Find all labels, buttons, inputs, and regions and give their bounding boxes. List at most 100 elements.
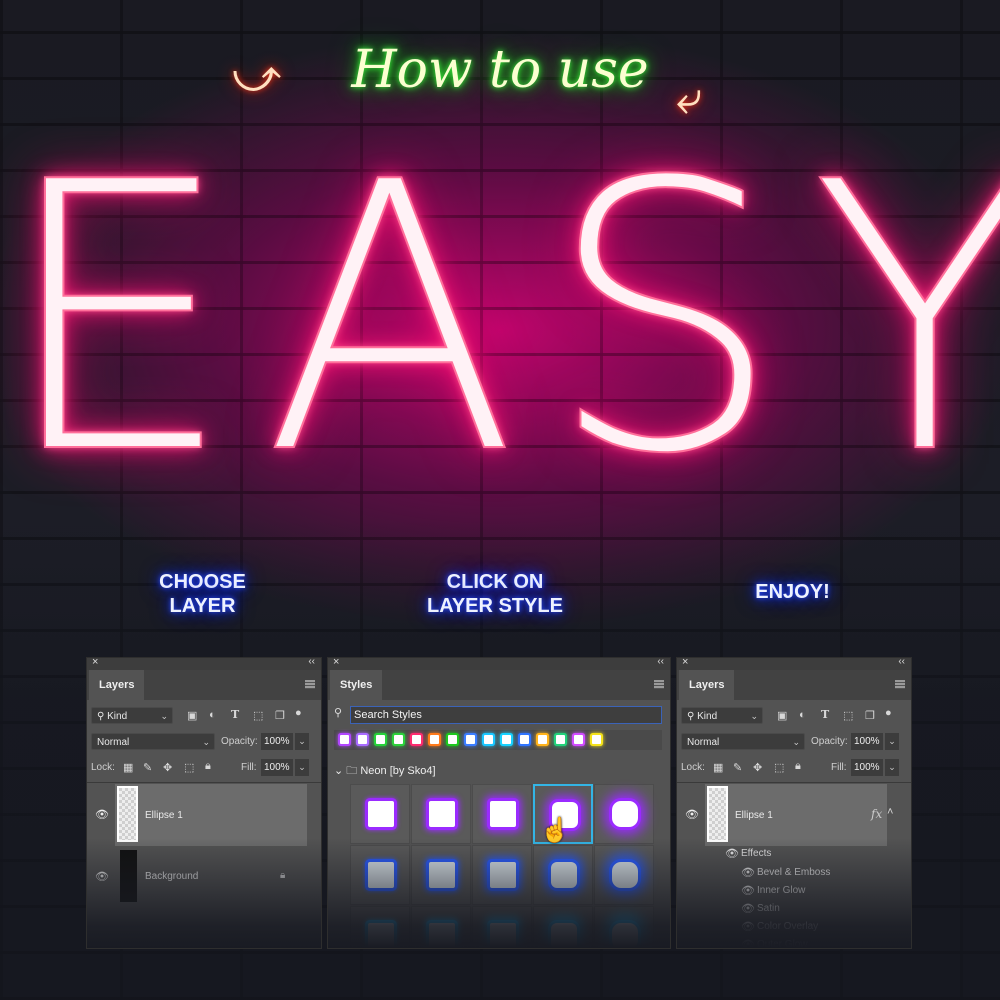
style-group-neon[interactable]: ⌄ 🗀 Neon [by Sko4]	[334, 762, 436, 781]
lock-paint-icon[interactable]: ✎	[143, 761, 152, 774]
style-swatch[interactable]	[340, 735, 349, 744]
style-preview	[490, 801, 516, 827]
opacity-dropdown-icon[interactable]: ⌄	[295, 733, 309, 750]
effect-item[interactable]: Inner Glow	[757, 885, 805, 896]
adjustment-filter-icon[interactable]: ◐	[799, 709, 806, 721]
lock-transparent-icon[interactable]: ▦	[713, 761, 723, 774]
filter-kind-select[interactable]: ⚲ Kind ⌄	[681, 707, 763, 724]
style-swatch[interactable]	[430, 735, 439, 744]
blend-mode-select[interactable]: Normal ⌄	[91, 733, 215, 750]
style-swatch[interactable]	[502, 735, 511, 744]
style-swatch[interactable]	[448, 735, 457, 744]
style-swatch[interactable]	[556, 735, 565, 744]
lock-move-icon[interactable]: ✥	[753, 761, 762, 774]
visibility-eye-icon[interactable]: 👁︎	[95, 870, 109, 883]
panel-menu-icon[interactable]	[895, 680, 905, 689]
layer-row-ellipse-1[interactable]	[705, 784, 887, 846]
collapse-icon[interactable]: ‹‹	[898, 658, 905, 667]
close-icon[interactable]: ×	[682, 658, 688, 668]
style-preset-cell[interactable]	[411, 784, 471, 844]
effect-item[interactable]: Satin	[757, 903, 780, 914]
style-preset-cell[interactable]	[594, 845, 654, 905]
effect-eye-icon[interactable]: 👁︎	[741, 902, 755, 915]
style-swatch[interactable]	[358, 735, 367, 744]
filter-toggle-icon[interactable]: ●	[885, 707, 892, 719]
tab-layers[interactable]: Layers	[679, 670, 735, 700]
panel-menu-icon[interactable]	[305, 680, 315, 689]
pixel-filter-icon[interactable]: ▣	[187, 709, 197, 722]
smart-object-filter-icon[interactable]: ❐	[275, 709, 285, 722]
fill-input[interactable]: 100%	[851, 759, 883, 776]
visibility-eye-icon[interactable]: 👁︎	[685, 808, 699, 821]
shape-filter-icon[interactable]: ⬚	[843, 709, 853, 722]
effect-eye-icon[interactable]: 👁︎	[741, 884, 755, 897]
smart-object-filter-icon[interactable]: ❐	[865, 709, 875, 722]
style-swatch[interactable]	[574, 735, 583, 744]
tab-layers[interactable]: Layers	[89, 670, 145, 700]
style-preset-cell[interactable]	[472, 784, 532, 844]
opacity-input[interactable]: 100%	[261, 733, 293, 750]
filter-toggle-icon[interactable]: ●	[295, 707, 302, 719]
lock-all-icon[interactable]: 🔒︎	[795, 760, 801, 773]
style-preset-cell[interactable]	[533, 906, 593, 948]
effect-item[interactable]: Color Overlay	[757, 921, 818, 932]
style-swatch[interactable]	[394, 735, 403, 744]
style-swatch[interactable]	[592, 735, 601, 744]
search-styles-input[interactable]: Search Styles	[350, 706, 662, 724]
layer-thumbnail	[707, 786, 728, 842]
style-preset-cell[interactable]	[350, 906, 410, 948]
visibility-eye-icon[interactable]: 👁︎	[95, 808, 109, 821]
effect-eye-icon[interactable]: 👁︎	[741, 866, 755, 879]
effect-eye-icon[interactable]: 👁︎	[741, 938, 755, 948]
close-icon[interactable]: ×	[92, 658, 98, 668]
close-icon[interactable]: ×	[333, 658, 339, 668]
effect-item[interactable]: Bevel & Emboss	[757, 867, 830, 878]
style-swatch[interactable]	[412, 735, 421, 744]
chevron-up-icon[interactable]: ˄	[887, 806, 893, 818]
style-swatch[interactable]	[376, 735, 385, 744]
style-preset-cell[interactable]	[350, 784, 410, 844]
type-filter-icon[interactable]: T	[821, 708, 829, 721]
style-preset-cell[interactable]	[472, 906, 532, 948]
filter-kind-select[interactable]: ⚲ Kind ⌄	[91, 707, 173, 724]
effect-eye-icon[interactable]: 👁︎	[741, 920, 755, 933]
opacity-dropdown-icon[interactable]: ⌄	[885, 733, 899, 750]
layer-row-ellipse-1[interactable]	[115, 784, 307, 846]
style-swatch[interactable]	[520, 735, 529, 744]
lock-artboard-icon[interactable]: ⬚	[184, 761, 194, 774]
lock-transparent-icon[interactable]: ▦	[123, 761, 133, 774]
style-preset-cell[interactable]	[594, 784, 654, 844]
collapse-icon[interactable]: ‹‹	[308, 658, 315, 667]
style-swatch[interactable]	[538, 735, 547, 744]
lock-all-icon[interactable]: 🔒︎	[205, 760, 211, 773]
effect-item[interactable]: Outer Glow	[757, 939, 808, 948]
panel-menu-icon[interactable]	[654, 680, 664, 689]
style-swatch[interactable]	[484, 735, 493, 744]
style-preset-cell[interactable]	[411, 906, 471, 948]
fill-input[interactable]: 100%	[261, 759, 293, 776]
layer-lock-icon: 🔒︎	[280, 870, 286, 881]
panel-titlebar: × ‹‹	[87, 658, 321, 670]
fill-dropdown-icon[interactable]: ⌄	[295, 759, 309, 776]
pixel-filter-icon[interactable]: ▣	[777, 709, 787, 722]
style-swatch[interactable]	[466, 735, 475, 744]
style-preset-cell[interactable]	[472, 845, 532, 905]
shape-filter-icon[interactable]: ⬚	[253, 709, 263, 722]
effects-eye-icon[interactable]: 👁︎	[725, 847, 739, 860]
type-filter-icon[interactable]: T	[231, 708, 239, 721]
collapse-icon[interactable]: ‹‹	[657, 658, 664, 667]
fill-dropdown-icon[interactable]: ⌄	[885, 759, 899, 776]
style-preset-cell[interactable]	[411, 845, 471, 905]
blend-mode-select[interactable]: Normal ⌄	[681, 733, 805, 750]
adjustment-filter-icon[interactable]: ◐	[209, 709, 216, 721]
tab-styles[interactable]: Styles	[330, 670, 383, 700]
style-preset-cell[interactable]	[533, 845, 593, 905]
fx-icon[interactable]: fx	[871, 807, 882, 821]
lock-artboard-icon[interactable]: ⬚	[774, 761, 784, 774]
chevron-down-icon[interactable]: ⌄	[334, 765, 343, 777]
style-preset-cell[interactable]	[594, 906, 654, 948]
style-preset-cell[interactable]	[350, 845, 410, 905]
lock-paint-icon[interactable]: ✎	[733, 761, 742, 774]
opacity-input[interactable]: 100%	[851, 733, 883, 750]
lock-move-icon[interactable]: ✥	[163, 761, 172, 774]
